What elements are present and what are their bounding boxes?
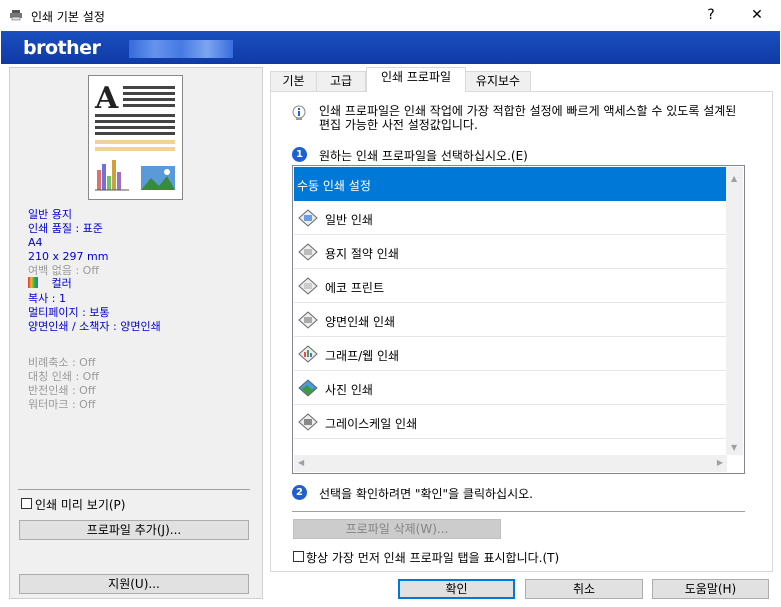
profile-list-vertical-scrollbar[interactable]: ▲ ▼ <box>726 167 743 455</box>
summary-media-type: 일반 용지 <box>28 208 72 221</box>
print-preview-checkbox[interactable] <box>21 498 32 509</box>
delete-profile-button[interactable]: 프로파일 삭제(W)... <box>293 519 501 539</box>
profile-item-label: 사진 인쇄 <box>325 383 373 397</box>
profile-item-label: 그레이스케일 인쇄 <box>325 417 418 431</box>
profile-item-graph-web[interactable]: 그래프/웹 인쇄 <box>294 337 726 371</box>
profile-grayscale-icon <box>298 413 318 431</box>
tab-print-profiles[interactable]: 인쇄 프로파일 <box>366 67 466 92</box>
summary-color-label: 컬러 <box>51 277 72 290</box>
add-profile-button[interactable]: 프로파일 추가(J)... <box>19 520 249 540</box>
summary-scaling: 비례축소 : Off <box>28 356 96 369</box>
tab-maintenance[interactable]: 유지보수 <box>465 71 531 91</box>
step1-badge: 1 <box>292 147 307 162</box>
brother-logo: brother <box>23 37 101 59</box>
profile-item-label: 수동 인쇄 설정 <box>297 179 371 193</box>
left-divider <box>18 489 250 490</box>
summary-reverse: 반전인쇄 : Off <box>28 384 96 397</box>
color-icon <box>28 277 38 288</box>
summary-multipage: 멀티페이지 : 보통 <box>28 306 110 319</box>
profile-item-label: 양면인쇄 인쇄 <box>325 315 396 329</box>
profile-item-label: 에코 프린트 <box>325 281 385 295</box>
step1-instruction: 원하는 인쇄 프로파일을 선택하십시오.(E) <box>319 149 528 163</box>
title-bar: 인쇄 기본 설정 ? ✕ <box>0 0 781 31</box>
profile-item-label: 그래프/웹 인쇄 <box>325 349 400 363</box>
svg-text:A: A <box>94 81 119 116</box>
brand-bar: brother <box>1 31 780 64</box>
document-preview-icon: A <box>94 81 175 191</box>
help-title-button[interactable]: ? <box>688 0 734 31</box>
window-title: 인쇄 기본 설정 <box>31 10 105 24</box>
summary-watermark: 워터마크 : Off <box>28 398 96 411</box>
scroll-left-icon[interactable]: ◀ <box>298 458 304 467</box>
model-name-redacted <box>129 40 233 58</box>
step2-instruction: 선택을 확인하려면 "확인"을 클릭하십시오. <box>319 487 533 501</box>
summary-copies: 복사 : 1 <box>28 292 66 305</box>
right-divider <box>292 511 745 512</box>
ok-button[interactable]: 확인 <box>398 579 515 599</box>
print-preview-label: 인쇄 미리 보기(P) <box>35 498 126 512</box>
profile-item-general[interactable]: 일반 인쇄 <box>294 201 726 235</box>
always-show-checkbox[interactable] <box>293 551 304 562</box>
summary-duplex: 양면인쇄 / 소책자 : 양면인쇄 <box>28 320 161 333</box>
profile-item-grayscale[interactable]: 그레이스케일 인쇄 <box>294 405 726 439</box>
profile-item-label: 일반 인쇄 <box>325 213 373 227</box>
always-show-label: 항상 가장 먼저 인쇄 프로파일 탭을 표시합니다.(T) <box>306 551 560 565</box>
scroll-right-icon[interactable]: ▶ <box>717 458 723 467</box>
summary-color: 컬러 <box>28 277 72 291</box>
profile-photo-icon <box>298 379 318 397</box>
profile-list-horizontal-scrollbar[interactable]: ◀ ▶ <box>294 455 727 472</box>
profile-item-manual[interactable]: 수동 인쇄 설정 <box>294 167 726 201</box>
scroll-down-icon[interactable]: ▼ <box>731 443 737 452</box>
summary-print-quality: 인쇄 품질 : 표준 <box>28 222 103 235</box>
profile-general-icon <box>298 209 318 227</box>
profile-item-label: 용지 절약 인쇄 <box>325 247 399 261</box>
cancel-button[interactable]: 취소 <box>525 579 643 599</box>
summary-mirror: 대칭 인쇄 : Off <box>28 370 99 383</box>
help-button[interactable]: 도움말(H) <box>652 579 769 599</box>
printer-icon <box>10 10 22 21</box>
page-preview-image: A <box>88 75 183 200</box>
close-button[interactable]: ✕ <box>734 0 780 31</box>
scroll-up-icon[interactable]: ▲ <box>731 174 737 183</box>
tab-basic[interactable]: 기본 <box>270 71 317 91</box>
profile-description: 인쇄 프로파일은 인쇄 작업에 가장 적합한 설정에 빠르게 액세스할 수 있도… <box>319 104 737 132</box>
profile-paper-saving-icon <box>298 243 318 261</box>
profile-eco-icon <box>298 277 318 295</box>
profile-item-photo[interactable]: 사진 인쇄 <box>294 371 726 405</box>
profile-listbox[interactable]: 수동 인쇄 설정 일반 인쇄 용지 절약 인쇄 에코 프린트 양면인쇄 인쇄 그… <box>292 165 745 474</box>
summary-borderless: 여백 없음 : Off <box>28 264 99 277</box>
step2-badge: 2 <box>292 485 307 500</box>
info-bulb-icon <box>292 105 306 120</box>
support-button[interactable]: 지원(U)... <box>19 574 249 594</box>
profile-item-duplex[interactable]: 양면인쇄 인쇄 <box>294 303 726 337</box>
summary-paper-size: A4 <box>28 236 43 249</box>
profile-item-paper-saving[interactable]: 용지 절약 인쇄 <box>294 235 726 269</box>
summary-paper-dimension: 210 x 297 mm <box>28 250 109 263</box>
summary-layout: 복사 : 1 멀티페이지 : 보통 양면인쇄 / 소책자 : 양면인쇄 <box>28 292 161 334</box>
summary-paper: 일반 용지 인쇄 품질 : 표준 A4 210 x 297 mm <box>28 208 108 264</box>
summary-advanced: 비례축소 : Off 대칭 인쇄 : Off 반전인쇄 : Off 워터마크 :… <box>28 356 99 412</box>
profile-item-eco[interactable]: 에코 프린트 <box>294 269 726 303</box>
tab-advanced[interactable]: 고급 <box>316 71 366 91</box>
profile-graph-web-icon <box>298 345 318 363</box>
profile-duplex-icon <box>298 311 318 329</box>
